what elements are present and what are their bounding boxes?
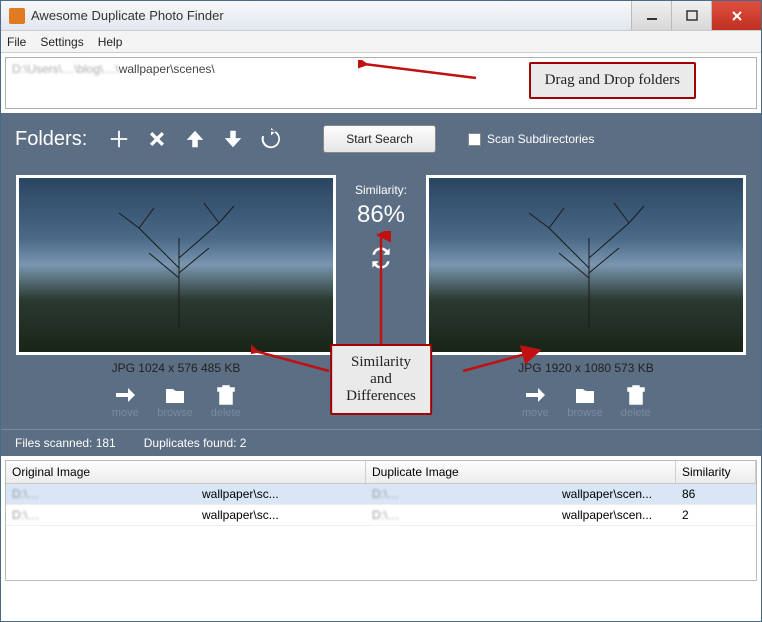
add-folder-icon[interactable] <box>107 127 131 151</box>
right-move-button[interactable]: move <box>521 383 549 419</box>
path-prefix-blurred: D:\Users\…\blog\…\ <box>12 62 119 76</box>
left-file-info: JPG 1024 x 576 485 KB <box>108 361 245 375</box>
menu-settings[interactable]: Settings <box>40 35 83 49</box>
maximize-button[interactable] <box>671 1 711 30</box>
menu-help[interactable]: Help <box>98 35 123 49</box>
stats-bar: Files scanned: 181 Duplicates found: 2 <box>1 429 761 456</box>
col-similarity[interactable]: Similarity <box>676 461 756 483</box>
menu-file[interactable]: File <box>7 35 26 49</box>
similarity-label: Similarity: <box>355 183 407 197</box>
move-up-icon[interactable] <box>183 127 207 151</box>
duplicates-found: Duplicates found: 2 <box>144 436 247 450</box>
col-duplicate[interactable]: Duplicate Image <box>366 461 676 483</box>
folders-label: Folders: <box>15 128 87 151</box>
path-suffix: wallpaper\scenes\ <box>119 62 215 76</box>
files-scanned: Files scanned: 181 <box>15 436 116 450</box>
table-header: Original Image Duplicate Image Similarit… <box>6 461 756 484</box>
left-image-preview[interactable] <box>16 175 336 355</box>
left-browse-button[interactable]: browse <box>157 383 192 419</box>
remove-folder-icon[interactable] <box>145 127 169 151</box>
window-title: Awesome Duplicate Photo Finder <box>31 8 631 23</box>
table-row[interactable]: D:\…wallpaper\sc... D:\…wallpaper\scen..… <box>6 505 756 526</box>
scan-subdirs-checkbox[interactable]: Scan Subdirectories <box>468 132 594 146</box>
titlebar: Awesome Duplicate Photo Finder <box>1 1 761 31</box>
folders-toolbar: Folders: Start Search Scan Subdirectorie… <box>1 113 761 165</box>
callout-simdiff: Similarity and Differences <box>330 344 432 415</box>
arrow-left-info-icon <box>251 345 331 375</box>
refresh-icon[interactable] <box>259 127 283 151</box>
compare-panel: JPG 1024 x 576 485 KB move browse delete… <box>1 165 761 429</box>
similarity-value: 86% <box>357 201 405 229</box>
left-move-button[interactable]: move <box>111 383 139 419</box>
start-search-button[interactable]: Start Search <box>323 125 436 153</box>
table-row[interactable]: D:\…wallpaper\sc... D:\…wallpaper\scen..… <box>6 484 756 505</box>
app-window: Awesome Duplicate Photo Finder File Sett… <box>0 0 762 622</box>
app-icon <box>9 8 25 24</box>
folder-path-area[interactable]: D:\Users\…\blog\…\wallpaper\scenes\ Drag… <box>5 57 757 109</box>
right-browse-button[interactable]: browse <box>567 383 602 419</box>
minimize-button[interactable] <box>631 1 671 30</box>
right-image-panel: JPG 1920 x 1080 573 KB move browse delet… <box>421 175 751 419</box>
arrow-similarity-icon <box>371 231 391 351</box>
right-image-preview[interactable] <box>426 175 746 355</box>
col-original[interactable]: Original Image <box>6 461 366 483</box>
table-empty-area <box>6 526 756 580</box>
right-delete-button[interactable]: delete <box>621 383 651 419</box>
left-image-panel: JPG 1024 x 576 485 KB move browse delete <box>11 175 341 419</box>
close-button[interactable] <box>711 1 761 30</box>
menubar: File Settings Help <box>1 31 761 53</box>
left-delete-button[interactable]: delete <box>211 383 241 419</box>
checkbox-icon <box>468 133 481 146</box>
arrow-dragdrop-icon <box>358 60 478 90</box>
results-table: Original Image Duplicate Image Similarit… <box>5 460 757 581</box>
arrow-right-info-icon <box>461 345 541 375</box>
move-down-icon[interactable] <box>221 127 245 151</box>
scan-subdirs-label: Scan Subdirectories <box>487 132 594 146</box>
callout-dragdrop: Drag and Drop folders <box>529 62 696 99</box>
